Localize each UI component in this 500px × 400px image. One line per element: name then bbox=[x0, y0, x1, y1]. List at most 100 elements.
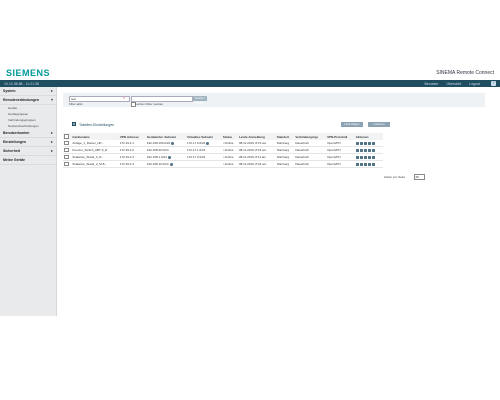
delete-icon[interactable] bbox=[371, 155, 375, 159]
table-header-row: Gerätename VPN-Adresse Geräteinter. Subn… bbox=[63, 133, 383, 140]
chevron-down-icon: ▾ bbox=[50, 97, 53, 102]
sidebar-item-system[interactable]: System ▸ bbox=[0, 87, 56, 96]
overview-link[interactable]: Übersicht bbox=[446, 82, 461, 86]
chevron-right-icon: ▸ bbox=[50, 139, 53, 144]
table-settings-icon[interactable]: ⚙ bbox=[72, 122, 76, 126]
siemens-logo: SIEMENS bbox=[6, 68, 51, 78]
info-icon[interactable] bbox=[171, 141, 175, 145]
delete-button[interactable]: Löschen bbox=[368, 122, 390, 127]
col-header[interactable]: Verbindungstyp bbox=[294, 133, 327, 140]
select-all-checkbox[interactable] bbox=[64, 134, 69, 139]
add-button[interactable]: Hinzufügen bbox=[341, 122, 363, 127]
user-link[interactable]: Benutzer bbox=[424, 82, 438, 86]
row-checkbox[interactable] bbox=[64, 161, 69, 167]
rows-per-page-select[interactable]: 25 bbox=[414, 174, 425, 180]
edit-icon[interactable] bbox=[355, 148, 359, 152]
info-icon[interactable] bbox=[367, 148, 371, 152]
info-icon[interactable] bbox=[167, 155, 171, 159]
info-icon[interactable] bbox=[169, 162, 173, 166]
last-login: 08.11.2019, 8:23 am bbox=[237, 160, 276, 168]
sidebar-item-sicherheit[interactable]: Sicherheit ▸ bbox=[0, 147, 56, 156]
location: Nürnberg bbox=[275, 153, 295, 161]
actions bbox=[354, 153, 383, 161]
location: Nürnberg bbox=[275, 160, 295, 168]
remember-filter-label: Letzten Filter merken bbox=[135, 102, 164, 106]
status: Online bbox=[224, 162, 234, 166]
pager-label: Zeilen pro Seite bbox=[384, 175, 406, 179]
last-login: 08.11.2019, 8:15 am bbox=[237, 146, 276, 154]
device-name: Kreuzer_Switch_ABT-3_R bbox=[71, 146, 119, 154]
sidebar-item-label: Einstellungen bbox=[3, 140, 26, 144]
col-header[interactable]: Standort bbox=[275, 133, 295, 140]
edit-icon[interactable] bbox=[355, 162, 359, 166]
filter-button[interactable]: Suche / Filter bbox=[193, 96, 207, 105]
sidebar-item-einstellungen[interactable]: Einstellungen ▸ bbox=[0, 138, 56, 147]
sidebar-item-benutzerkonten[interactable]: Benutzerkonten ▸ bbox=[0, 129, 56, 138]
last-login: 08.11.2019, 8:11 am bbox=[237, 153, 276, 161]
virtual-subnet: 172.17.0.0/24 bbox=[186, 141, 206, 145]
clear-icon[interactable]: × bbox=[123, 96, 125, 100]
top-links: Benutzer Übersicht Logout bbox=[424, 82, 480, 86]
delete-icon[interactable] bbox=[371, 141, 375, 145]
settings-icon[interactable] bbox=[359, 141, 363, 145]
row-checkbox[interactable] bbox=[64, 147, 69, 153]
connect-icon[interactable] bbox=[363, 162, 367, 166]
col-header[interactable]: Letzte Anmeldung bbox=[237, 133, 276, 140]
subnet: 192.168.100.0/24 bbox=[146, 141, 171, 145]
table-row[interactable]: Scalance_Stand_2_M-8... 172.19.4.4 192.1… bbox=[63, 160, 383, 168]
col-header[interactable]: Status bbox=[221, 133, 238, 140]
chevron-right-icon: ▸ bbox=[50, 148, 53, 153]
info-icon[interactable] bbox=[367, 155, 371, 159]
device-name: Scalance_Stand_3_R... bbox=[71, 153, 119, 161]
virtual-subnet: 172.17.1.0/24 bbox=[185, 146, 222, 154]
app-title: SINEMA Remote Connect bbox=[436, 70, 494, 76]
settings-icon[interactable] bbox=[359, 162, 363, 166]
status: Online bbox=[224, 141, 234, 145]
vpn-protocol: OpenVPN bbox=[326, 153, 355, 161]
sidebar-item-label: Meine Geräte bbox=[3, 158, 25, 162]
connect-icon[interactable] bbox=[363, 148, 367, 152]
col-header[interactable]: Virtuelles Subnetz bbox=[185, 133, 222, 140]
table-row[interactable]: Scalance_Stand_3_R... 172.19.4.3 192.168… bbox=[63, 153, 383, 161]
table-row[interactable]: Kreuzer_Switch_ABT-3_R 172.19.4.2 192.16… bbox=[63, 146, 383, 154]
col-header[interactable]: Geräteinter. Subnetz bbox=[145, 133, 186, 140]
info-icon[interactable] bbox=[206, 141, 210, 145]
devices-table: Gerätename VPN-Adresse Geräteinter. Subn… bbox=[63, 133, 383, 168]
col-header[interactable]: Gerätename bbox=[71, 133, 119, 140]
select-all-cell[interactable] bbox=[63, 133, 72, 140]
actions bbox=[354, 146, 383, 154]
vpn-address: 172.19.4.3 bbox=[118, 153, 146, 161]
status: Online bbox=[224, 148, 234, 152]
sidebar-item-remoteverbindungen[interactable]: Remoteverbindungen ▾ bbox=[0, 96, 56, 105]
sidebar-item-meine-geraete[interactable]: Meine Geräte bbox=[0, 156, 56, 165]
vpn-address: 172.19.4.2 bbox=[118, 146, 146, 154]
table-settings-link[interactable]: Tabellen-Einstellungen bbox=[79, 123, 114, 127]
row-checkbox[interactable] bbox=[64, 154, 69, 160]
chevron-right-icon: ▸ bbox=[50, 88, 53, 93]
top-bar: 10.10.38.88 - 11:21:38 Benutzer Übersich… bbox=[0, 80, 500, 87]
col-header: Aktionen bbox=[354, 133, 383, 140]
settings-icon[interactable] bbox=[359, 148, 363, 152]
col-header[interactable]: VPN-Protokoll bbox=[326, 133, 355, 140]
help-icon[interactable]: ? bbox=[491, 81, 496, 86]
subnet: 192.168.20.0/24 bbox=[145, 146, 186, 154]
edit-icon[interactable] bbox=[355, 141, 359, 145]
subnet: 192.168.10.0/24 bbox=[146, 162, 169, 166]
connect-icon[interactable] bbox=[363, 141, 367, 145]
info-icon[interactable] bbox=[367, 141, 371, 145]
settings-icon[interactable] bbox=[359, 155, 363, 159]
sidebar-item-label: System bbox=[3, 89, 16, 93]
filter-active-label: Filter aktiv bbox=[69, 102, 83, 106]
delete-icon[interactable] bbox=[371, 162, 375, 166]
filter-panel: test × Suche / Filter Filter aktiv Letzt… bbox=[63, 93, 485, 107]
info-icon[interactable] bbox=[367, 162, 371, 166]
connect-icon[interactable] bbox=[363, 155, 367, 159]
main-content: test × Suche / Filter Filter aktiv Letzt… bbox=[58, 87, 498, 316]
logout-link[interactable]: Logout bbox=[469, 82, 480, 86]
status: Online bbox=[224, 155, 234, 159]
row-checkbox[interactable] bbox=[64, 140, 69, 146]
col-header[interactable]: VPN-Adresse bbox=[118, 133, 146, 140]
delete-icon[interactable] bbox=[371, 148, 375, 152]
edit-icon[interactable] bbox=[355, 155, 359, 159]
connection-type: Dauerhaft bbox=[294, 146, 327, 154]
